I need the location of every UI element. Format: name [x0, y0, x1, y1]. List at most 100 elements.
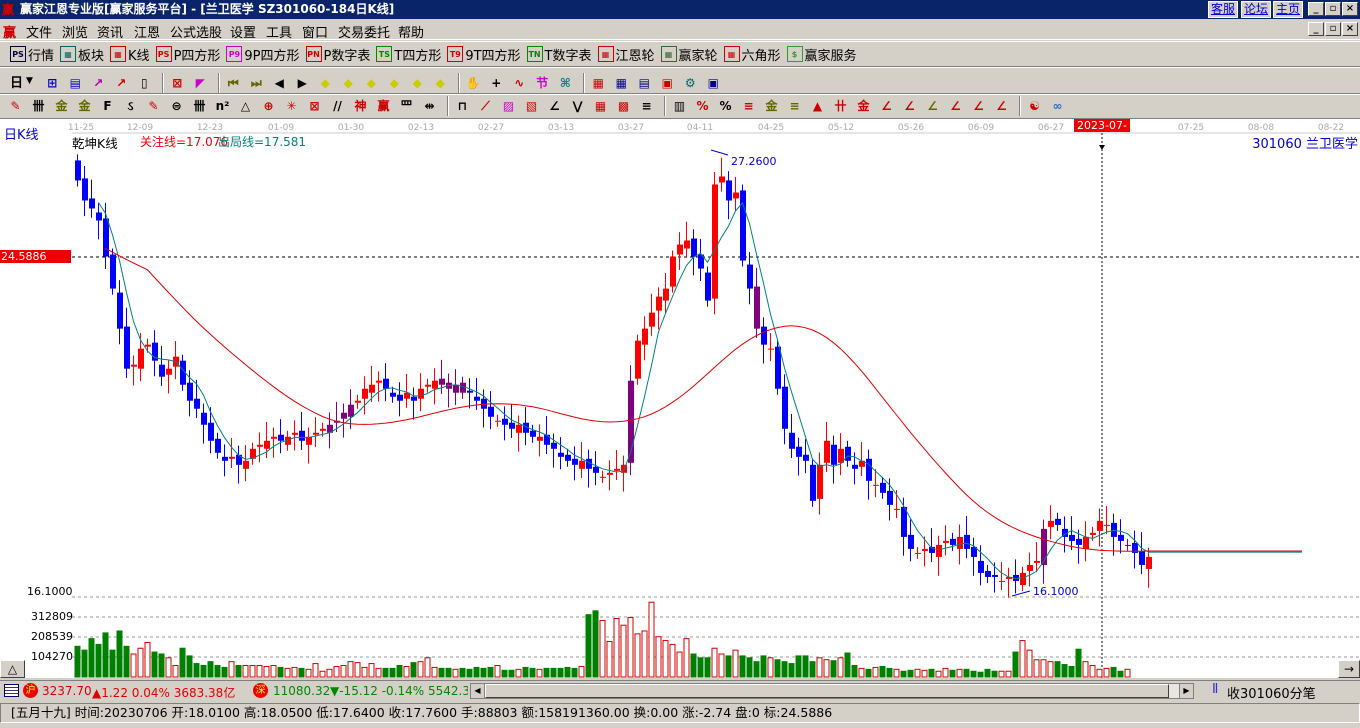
- gold-lines-icon[interactable]: 金: [52, 98, 71, 114]
- season-icon[interactable]: 节: [533, 75, 552, 91]
- grid2-icon[interactable]: ▩: [614, 98, 633, 114]
- shrink-icon[interactable]: ◆: [431, 75, 450, 91]
- fan-lines-icon[interactable]: ⟋: [476, 98, 495, 114]
- triangle-icon[interactable]: △: [236, 98, 255, 114]
- toolbar-11-button[interactable]: ▦ 赢家轮: [660, 43, 718, 65]
- angle-j-icon[interactable]: ∠: [877, 98, 896, 114]
- yinyang-icon[interactable]: ☯: [1025, 98, 1044, 114]
- infinity-icon[interactable]: ∞: [1048, 98, 1067, 114]
- list-icon[interactable]: ▤: [66, 75, 85, 91]
- gann-fan-icon[interactable]: ▧: [522, 98, 541, 114]
- next-icon[interactable]: ▶: [293, 75, 312, 91]
- pattern-icon[interactable]: ⌘: [556, 75, 575, 91]
- percent-icon[interactable]: %: [716, 98, 735, 114]
- measure-icon[interactable]: ⇹: [420, 98, 439, 114]
- customer-service-link[interactable]: 客服: [1208, 1, 1239, 18]
- toolbar-13-button[interactable]: $ 赢家服务: [786, 43, 857, 65]
- toolbar-7-button[interactable]: TS T四方形: [376, 43, 441, 65]
- period-select[interactable]: 日 ▼: [10, 70, 33, 92]
- marker-icon[interactable]: ✎: [144, 98, 163, 114]
- ticker-scrollbar[interactable]: ◀ ▶: [470, 683, 1194, 699]
- prev-icon[interactable]: ◀: [270, 75, 289, 91]
- chart-canvas[interactable]: 11-25 12-09 12-23 01-09 01-30 02-13 02-27 03-13…: [0, 119, 1360, 678]
- frame-icon[interactable]: ⊓: [453, 98, 472, 114]
- menu-gann[interactable]: 江恩: [134, 22, 160, 41]
- star-icon[interactable]: ✳: [282, 98, 301, 114]
- settings-icon[interactable]: ⚙: [681, 75, 700, 91]
- parallel-icon[interactable]: 卌: [190, 98, 209, 114]
- menu-news[interactable]: 资讯: [97, 22, 123, 41]
- close-button[interactable]: ×: [1342, 2, 1358, 16]
- expand-icon[interactable]: ◆: [408, 75, 427, 91]
- angle-four-icon[interactable]: ∠: [992, 98, 1011, 114]
- spiral-icon[interactable]: ઽ: [121, 98, 140, 114]
- menu-trade[interactable]: 交易委托: [338, 22, 390, 41]
- v-line-icon[interactable]: ⋁: [568, 98, 587, 114]
- scroll-right-arrow[interactable]: ▶: [1179, 684, 1193, 698]
- square-lines-icon[interactable]: n²: [213, 98, 232, 114]
- chart3-icon[interactable]: ↗: [89, 75, 108, 91]
- win-line-icon[interactable]: 赢: [374, 98, 393, 114]
- toolbar-12-button[interactable]: ▦ 六角形: [723, 43, 781, 65]
- menu-settings[interactable]: 设置: [230, 22, 256, 41]
- move-right-icon[interactable]: ◆: [339, 75, 358, 91]
- stripes-icon[interactable]: ≡: [637, 98, 656, 114]
- zoom-out-icon[interactable]: ◆: [385, 75, 404, 91]
- fib-lines-icon[interactable]: F: [98, 98, 117, 114]
- menu-browse[interactable]: 浏览: [62, 22, 88, 41]
- menu-window[interactable]: 窗口: [302, 22, 328, 41]
- notes-icon[interactable]: ▤: [635, 75, 654, 91]
- pen-icon[interactable]: ✎: [6, 98, 25, 114]
- menu-formula[interactable]: 公式选股: [170, 22, 222, 41]
- last-bar-icon[interactable]: ⏭: [247, 75, 266, 91]
- grid-icon[interactable]: ▦: [591, 98, 610, 114]
- save-icon[interactable]: ▣: [658, 75, 677, 91]
- menu-help[interactable]: 帮助: [398, 22, 424, 41]
- fan-icon[interactable]: ◤: [191, 75, 210, 91]
- gold-circle-icon[interactable]: 金: [762, 98, 781, 114]
- zoom-in-icon[interactable]: ◆: [362, 75, 381, 91]
- cycle-lines-icon[interactable]: 卌: [29, 98, 48, 114]
- crosshair-icon[interactable]: +: [487, 75, 506, 91]
- circle-icon[interactable]: ⊜: [167, 98, 186, 114]
- restore-button[interactable]: ▫: [1325, 2, 1341, 16]
- menu-tools[interactable]: 工具: [266, 22, 292, 41]
- calculator-icon[interactable]: ▦: [612, 75, 631, 91]
- toolbar-3-button[interactable]: ▦ K线: [110, 43, 150, 65]
- expand-up-button[interactable]: △: [0, 660, 25, 678]
- percent-lines-icon[interactable]: ≡: [739, 98, 758, 114]
- grid-line-icon[interactable]: 罒: [397, 98, 416, 114]
- homepage-link[interactable]: 主页: [1273, 1, 1304, 18]
- table-icon[interactable]: ▥: [670, 98, 689, 114]
- toolbar-10-button[interactable]: ▦ 江恩轮: [597, 43, 655, 65]
- menu-file[interactable]: 文件: [26, 22, 52, 41]
- gann-box-icon[interactable]: ▨: [499, 98, 518, 114]
- toolbar-2-button[interactable]: ▦ 板块: [60, 43, 104, 65]
- slash-icon[interactable]: //: [328, 98, 347, 114]
- grid3-icon[interactable]: 卄: [831, 98, 850, 114]
- box-icon[interactable]: ⊠: [305, 98, 324, 114]
- kline-chart[interactable]: 11-25 12-09 12-23 01-09 01-30 02-13 02-27 03-13…: [0, 119, 1360, 678]
- percent-fan-icon[interactable]: %: [693, 98, 712, 114]
- forum-link[interactable]: 论坛: [1241, 1, 1272, 18]
- hand-icon[interactable]: ✋: [464, 75, 483, 91]
- target-icon[interactable]: ⊕: [259, 98, 278, 114]
- child-close-button[interactable]: ×: [1342, 22, 1358, 36]
- gold-levels-icon[interactable]: ≡: [785, 98, 804, 114]
- calendar-icon[interactable]: ▦: [589, 75, 608, 91]
- angle-god-icon[interactable]: ∠: [946, 98, 965, 114]
- arrow-icon[interactable]: ▲: [808, 98, 827, 114]
- quote-table-icon[interactable]: [4, 684, 19, 697]
- child-restore-button[interactable]: ▫: [1325, 22, 1341, 36]
- gann-square-icon[interactable]: ⊠: [168, 75, 187, 91]
- gold-box-icon[interactable]: 金: [854, 98, 873, 114]
- angle-icon[interactable]: ∠: [545, 98, 564, 114]
- toolbar-1-button[interactable]: PS 行情: [10, 43, 54, 65]
- minimize-button[interactable]: _: [1308, 2, 1324, 16]
- toolbar-5-button[interactable]: P9 9P四方形: [226, 43, 300, 65]
- god-line-icon[interactable]: 神: [351, 98, 370, 114]
- scrollbar-thumb[interactable]: [485, 684, 1169, 698]
- wave-icon[interactable]: ∿: [510, 75, 529, 91]
- scroll-right-button[interactable]: →: [1338, 660, 1360, 678]
- child-minimize-button[interactable]: _: [1308, 22, 1324, 36]
